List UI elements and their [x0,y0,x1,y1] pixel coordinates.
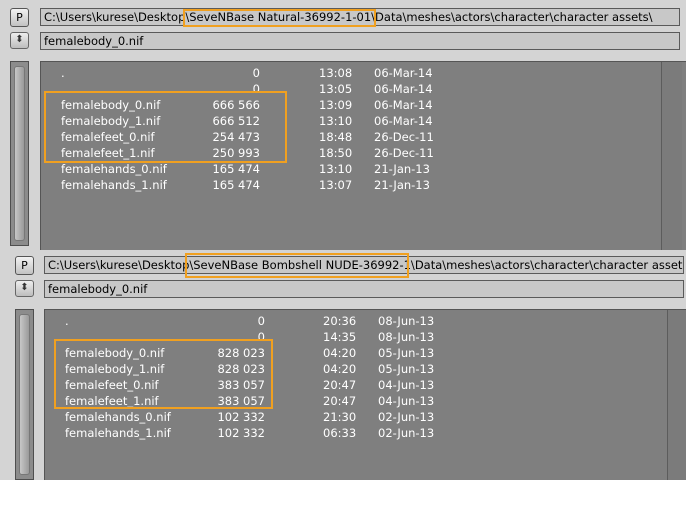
table-row[interactable]: femalehands_1.nif 102 332 06:33 02-Jun-13 [45,425,645,441]
file-size-cell: 165 474 [212,178,260,192]
path-suffix: Data\meshes\actors\character\character a… [414,258,684,272]
parent-dir-button[interactable]: P [10,8,29,27]
file-browser-panel-1: P C:\Users\kurese\Desktop\SeveNBase Natu… [0,0,686,250]
file-date-cell: 26-Dec-11 [374,130,434,144]
table-row[interactable]: . 0 20:36 08-Jun-13 [45,313,645,329]
file-time-cell: 13:05 [319,82,353,96]
file-size-cell: 666 566 [212,98,260,112]
table-row[interactable]: femalefeet_0.nif 383 057 20:47 04-Jun-13 [45,377,645,393]
file-time-cell: 20:36 [323,314,357,328]
file-time-cell: 13:10 [319,114,353,128]
table-row[interactable]: femalefeet_1.nif 383 057 20:47 04-Jun-13 [45,393,645,409]
list-scrollbar-right[interactable] [667,310,686,480]
file-date-cell: 05-Jun-13 [378,362,435,376]
table-row[interactable]: 0 13:05 06-Mar-14 [41,81,641,97]
table-row[interactable]: femalehands_0.nif 102 332 21:30 02-Jun-13 [45,409,645,425]
file-date-cell: 06-Mar-14 [374,82,433,96]
file-time-cell: 18:50 [319,146,353,160]
file-time-cell: 13:10 [319,162,353,176]
parent-dir-button[interactable]: P [15,256,34,275]
file-list: . 0 20:36 08-Jun-13 0 14:35 08-Jun-13 femalebod… [44,309,686,480]
file-size-cell: 102 332 [217,426,265,440]
table-row[interactable]: femalehands_0.nif 165 474 13:10 21-Jan-13 [41,161,641,177]
path-suffix: Data\meshes\actors\character\character a… [375,10,653,24]
up-down-arrow-icon[interactable]: ⬍ [10,32,29,49]
path-highlight-segment: SeveNBase Bombshell NUDE-36992-1\ [193,258,415,272]
file-time-cell: 14:35 [323,330,357,344]
file-time-cell: 21:30 [323,410,357,424]
file-time-cell: 18:48 [319,130,353,144]
file-list: . 0 13:08 06-Mar-14 0 13:05 06-Mar-14 femalebod… [40,61,686,250]
file-date-cell: 21-Jan-13 [374,178,430,192]
file-date-cell: 06-Mar-14 [374,114,433,128]
file-date-cell: 02-Jun-13 [378,426,435,440]
file-browser-panel-2: P C:\Users\kurese\Desktop\SeveNBase Bomb… [0,250,686,480]
file-time-cell: 13:07 [319,178,353,192]
file-time-cell: 04:20 [323,346,357,360]
filename-field[interactable]: femalebody_0.nif [44,280,684,298]
up-down-arrow-icon[interactable]: ⬍ [15,280,34,297]
table-row[interactable]: femalebody_1.nif 828 023 04:20 05-Jun-13 [45,361,645,377]
file-size-cell: 102 332 [217,410,265,424]
list-scrollbar-right[interactable] [661,62,682,250]
file-size-cell: 666 512 [212,114,260,128]
table-row[interactable]: . 0 13:08 06-Mar-14 [41,65,641,81]
list-scrollbar-left[interactable] [10,61,29,246]
file-time-cell: 06:33 [323,426,357,440]
file-name-cell: . [61,66,65,80]
table-row[interactable]: femalebody_0.nif 666 566 13:09 06-Mar-14 [41,97,641,113]
filename-field[interactable]: femalebody_0.nif [40,32,680,50]
table-row[interactable]: femalebody_1.nif 666 512 13:10 06-Mar-14 [41,113,641,129]
table-row[interactable]: femalehands_1.nif 165 474 13:07 21-Jan-13 [41,177,641,193]
file-date-cell: 04-Jun-13 [378,378,435,392]
file-size-cell: 165 474 [212,162,260,176]
file-size-cell: 0 [252,66,260,80]
file-time-cell: 13:09 [319,98,353,112]
path-highlight-segment: SeveNBase Natural-36992-1-01\ [189,10,376,24]
file-date-cell: 08-Jun-13 [378,314,435,328]
table-row[interactable]: 0 14:35 08-Jun-13 [45,329,645,345]
file-date-cell: 08-Jun-13 [378,330,435,344]
file-time-cell: 20:47 [323,378,357,392]
table-row[interactable]: femalefeet_0.nif 254 473 18:48 26-Dec-11 [41,129,641,145]
file-size-cell: 383 057 [217,378,265,392]
file-date-cell: 06-Mar-14 [374,66,433,80]
file-time-cell: 04:20 [323,362,357,376]
file-size-cell: 250 993 [212,146,260,160]
file-size-cell: 828 023 [217,346,265,360]
file-date-cell: 21-Jan-13 [374,162,430,176]
path-prefix: C:\Users\kurese\Desktop\ [44,10,190,24]
file-date-cell: 04-Jun-13 [378,394,435,408]
file-size-cell: 828 023 [217,362,265,376]
list-scrollbar-left[interactable] [15,309,34,480]
file-size-cell: 383 057 [217,394,265,408]
table-row[interactable]: femalebody_0.nif 828 023 04:20 05-Jun-13 [45,345,645,361]
path-prefix: C:\Users\kurese\Desktop\ [48,258,194,272]
table-row[interactable]: femalefeet_1.nif 250 993 18:50 26-Dec-11 [41,145,641,161]
file-name-cell: . [65,314,69,328]
file-size-cell: 0 [257,330,265,344]
file-time-cell: 13:08 [319,66,353,80]
file-size-cell: 254 473 [212,130,260,144]
directory-path-field[interactable]: C:\Users\kurese\Desktop\SeveNBase Natura… [40,8,680,26]
file-size-cell: 0 [252,82,260,96]
file-date-cell: 05-Jun-13 [378,346,435,360]
file-date-cell: 06-Mar-14 [374,98,433,112]
file-time-cell: 20:47 [323,394,357,408]
file-size-cell: 0 [257,314,265,328]
file-date-cell: 02-Jun-13 [378,410,435,424]
directory-path-field[interactable]: C:\Users\kurese\Desktop\SeveNBase Bombsh… [44,256,684,274]
file-date-cell: 26-Dec-11 [374,146,434,160]
